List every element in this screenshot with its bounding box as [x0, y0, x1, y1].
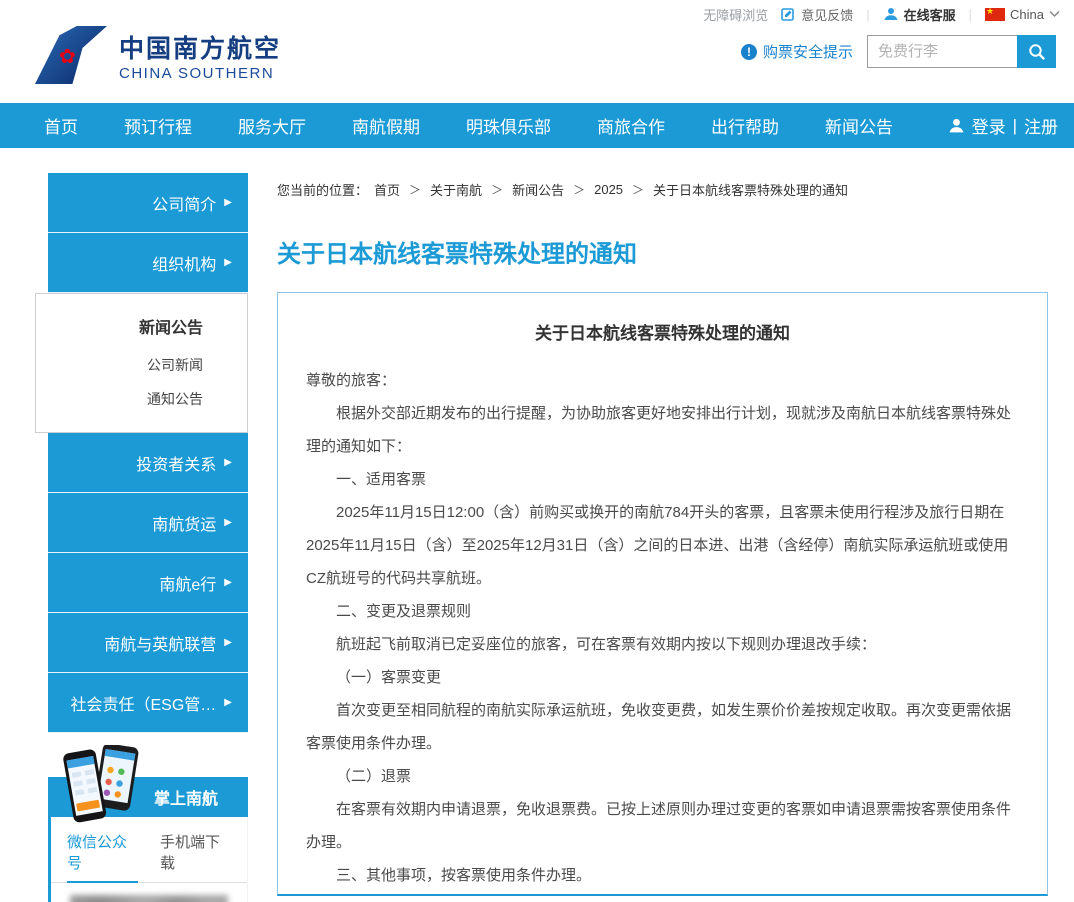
- topbar-divider: |: [969, 7, 972, 22]
- article-title: 关于日本航线客票特殊处理的通知: [306, 319, 1019, 344]
- main-content: 您当前的位置： 首页 ＞ 关于南航 ＞ 新闻公告 ＞ 2025 ＞ 关于日本航线…: [277, 180, 1048, 896]
- top-utility-bar: 无障碍浏览 意见反馈 | 在线客服 | ★ China: [0, 0, 1074, 28]
- page: 无障碍浏览 意见反馈 | 在线客服 | ★ China ✿: [0, 0, 1074, 902]
- breadcrumb-label: 您当前的位置：: [277, 180, 368, 199]
- sidebar-item-ba-joint-venture[interactable]: 南航与英航联营 ▶: [48, 613, 248, 673]
- site-header: ✿ 中国南方航空 CHINA SOUTHERN ! 购票安全提示: [0, 28, 1074, 103]
- arrow-right-icon: ▶: [224, 697, 232, 708]
- logo-chinese-name: 中国南方航空: [119, 29, 281, 65]
- article-paragraph: 2025年11月15日12:00（含）前购买或换开的南航784开头的客票，且客票…: [306, 496, 1019, 595]
- arrow-right-icon: ▶: [224, 457, 232, 468]
- login-zone: 登录 | 注册: [948, 103, 1058, 148]
- breadcrumb-separator: ＞: [573, 181, 585, 198]
- breadcrumb-2025[interactable]: 2025: [594, 182, 623, 197]
- main-nav: 首页 预订行程 服务大厅 南航假期 明珠俱乐部 商旅合作 出行帮助 新闻公告 登…: [0, 103, 1074, 148]
- app-tabs: 微信公众号 手机端下载: [51, 831, 247, 883]
- article-paragraph: 一、适用客票: [306, 463, 1019, 496]
- article-paragraph: 尊敬的旅客：: [306, 364, 1019, 397]
- chevron-down-icon: [1049, 10, 1060, 18]
- breadcrumb-current: 关于日本航线客票特殊处理的通知: [653, 180, 848, 199]
- accessibility-link[interactable]: 无障碍浏览: [703, 5, 768, 24]
- search-input[interactable]: [867, 35, 1017, 68]
- region-label: China: [1010, 7, 1044, 22]
- breadcrumb: 您当前的位置： 首页 ＞ 关于南航 ＞ 新闻公告 ＞ 2025 ＞ 关于日本航线…: [277, 180, 1048, 199]
- arrow-right-icon: ▶: [224, 257, 232, 268]
- nav-item-booking[interactable]: 预订行程: [124, 113, 192, 138]
- page-title: 关于日本航线客票特殊处理的通知: [277, 234, 1048, 269]
- sidebar-item-organization[interactable]: 组织机构 ▶: [48, 233, 248, 293]
- feedback-label: 意见反馈: [801, 5, 853, 24]
- ticket-safety-tip-link[interactable]: ! 购票安全提示: [741, 41, 853, 62]
- nav-item-travel-help[interactable]: 出行帮助: [711, 113, 779, 138]
- breadcrumb-about[interactable]: 关于南航: [430, 180, 482, 199]
- article-box: 关于日本航线客票特殊处理的通知 尊敬的旅客： 根据外交部近期发布的出行提醒，为协…: [277, 292, 1048, 896]
- article-paragraph: （一）客票变更: [306, 661, 1019, 694]
- article-paragraph: 三、其他事项，按客票使用条件办理。: [306, 859, 1019, 892]
- breadcrumb-separator: ＞: [409, 181, 421, 198]
- online-service-label: 在线客服: [904, 5, 956, 24]
- sidebar-item-cargo[interactable]: 南航货运 ▶: [48, 493, 248, 553]
- nav-item-corporate-travel[interactable]: 商旅合作: [597, 113, 665, 138]
- login-divider: |: [1013, 116, 1017, 136]
- arrow-right-icon: ▶: [224, 637, 232, 648]
- sidebar-submenu: 公司新闻 通知公告: [36, 348, 247, 416]
- article-paragraph: 在客票有效期内申请退票，免收退票费。已按上述原则办理过变更的客票如申请退票需按客…: [306, 793, 1019, 859]
- sidebar-item-investor-relations[interactable]: 投资者关系 ▶: [48, 433, 248, 493]
- arrow-right-icon: ▶: [224, 197, 232, 208]
- wechat-qr-code-image: [70, 895, 228, 902]
- topbar-divider: |: [866, 7, 869, 22]
- search-icon: [1027, 42, 1047, 62]
- sidebar-active-section: 新闻公告 公司新闻 通知公告: [35, 293, 248, 433]
- article-paragraph: 航班起飞前取消已定妥座位的旅客，可在客票有效期内按以下规则办理退改手续：: [306, 628, 1019, 661]
- register-link[interactable]: 注册: [1024, 113, 1058, 138]
- mobile-app-promo: 掌上南航 微信公众号 手机端下载: [48, 777, 248, 902]
- article-paragraph: （二）退票: [306, 760, 1019, 793]
- sidebar-item-esg[interactable]: 社会责任（ESG管… ▶: [48, 673, 248, 733]
- sidebar-item-company-profile[interactable]: 公司简介 ▶: [48, 173, 248, 233]
- sidebar-subitem-company-news[interactable]: 公司新闻: [36, 348, 247, 382]
- article-paragraph: 首次变更至相同航程的南航实际承运航班，免收变更费，如发生票价价差按规定收取。再次…: [306, 694, 1019, 760]
- breadcrumb-separator: ＞: [632, 181, 644, 198]
- breadcrumb-news[interactable]: 新闻公告: [512, 180, 564, 199]
- ticket-safety-tip-label: 购票安全提示: [763, 41, 853, 62]
- china-flag-icon: ★: [985, 8, 1005, 21]
- breadcrumb-home[interactable]: 首页: [374, 180, 400, 199]
- nav-item-sky-pearl-club[interactable]: 明珠俱乐部: [466, 113, 551, 138]
- feedback-icon: [781, 7, 796, 22]
- breadcrumb-separator: ＞: [491, 181, 503, 198]
- sidebar-item-news-active[interactable]: 新闻公告: [36, 314, 247, 338]
- sidebar-subitem-notices[interactable]: 通知公告: [36, 382, 247, 416]
- logo-english-name: CHINA SOUTHERN: [119, 65, 281, 82]
- arrow-right-icon: ▶: [224, 517, 232, 528]
- sidebar: 公司简介 ▶ 组织机构 ▶ 新闻公告 公司新闻 通知公告 投资者关系 ▶ 南航货…: [48, 173, 248, 902]
- article-paragraph: 二、变更及退票规则: [306, 595, 1019, 628]
- tail-fin-logo-icon: ✿: [35, 26, 107, 84]
- feedback-link[interactable]: 意见反馈: [781, 5, 853, 24]
- tab-wechat-official[interactable]: 微信公众号: [67, 831, 138, 883]
- app-panel: 微信公众号 手机端下载: [48, 817, 248, 902]
- kapok-flower-icon: ✿: [59, 44, 76, 69]
- search-zone: ! 购票安全提示: [741, 35, 1056, 68]
- logo[interactable]: ✿ 中国南方航空 CHINA SOUTHERN: [35, 26, 281, 84]
- online-service-icon: [883, 6, 899, 22]
- region-selector[interactable]: ★ China: [985, 7, 1060, 22]
- alert-icon: !: [741, 44, 757, 60]
- sidebar-item-e-travel[interactable]: 南航e行 ▶: [48, 553, 248, 613]
- nav-item-service-hall[interactable]: 服务大厅: [238, 113, 306, 138]
- search-button[interactable]: [1017, 35, 1056, 68]
- app-banner-label: 掌上南航: [154, 785, 218, 809]
- arrow-right-icon: ▶: [224, 577, 232, 588]
- online-service-link[interactable]: 在线客服: [883, 5, 956, 24]
- nav-item-news[interactable]: 新闻公告: [825, 113, 893, 138]
- tab-app-download[interactable]: 手机端下载: [160, 831, 231, 882]
- nav-item-holidays[interactable]: 南航假期: [352, 113, 420, 138]
- article-paragraph: 根据外交部近期发布的出行提醒，为协助旅客更好地安排出行计划，现就涉及南航日本航线…: [306, 397, 1019, 463]
- phones-image: [56, 745, 156, 823]
- nav-item-home[interactable]: 首页: [44, 113, 78, 138]
- user-icon: [948, 117, 965, 134]
- login-link[interactable]: 登录: [972, 113, 1006, 138]
- logo-text: 中国南方航空 CHINA SOUTHERN: [119, 29, 281, 82]
